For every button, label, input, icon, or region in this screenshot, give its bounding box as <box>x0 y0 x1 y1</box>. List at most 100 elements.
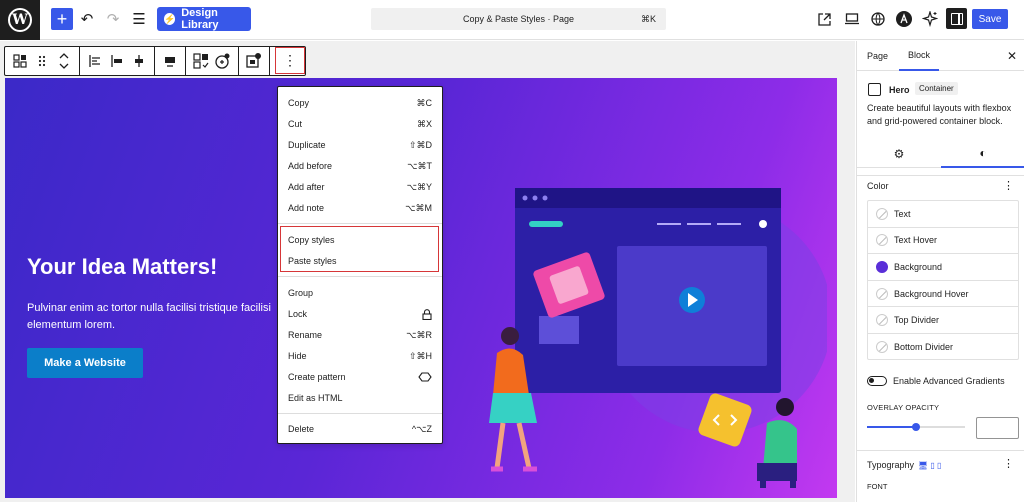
astra-icon[interactable] <box>896 11 912 27</box>
empty-swatch-icon <box>876 234 888 247</box>
align-center-icon[interactable] <box>128 50 150 72</box>
slider-thumb[interactable] <box>912 423 920 431</box>
menu-item-label: Add after <box>288 182 325 192</box>
color-settings-list: Text Text Hover Background Background Ho… <box>867 200 1019 360</box>
menu-item-copy[interactable]: Copy ⌘C <box>278 93 442 113</box>
save-block-icon[interactable] <box>243 50 265 72</box>
block-toolbar <box>4 46 306 76</box>
menu-item-shortcut: ⌥⌘Y <box>406 181 432 192</box>
wordpress-logo[interactable]: W <box>0 0 40 40</box>
menu-item-add-after[interactable]: Add after ⌥⌘Y <box>278 177 442 197</box>
pattern-icon <box>418 372 432 382</box>
background-swatch-icon <box>876 260 888 273</box>
styles-tab[interactable]: ◐ <box>941 140 1024 168</box>
sparkle-icon[interactable] <box>922 11 938 27</box>
color-item-label: Text <box>894 208 911 219</box>
design-library-button[interactable]: ⚡ Design Library <box>157 7 251 31</box>
menu-item-shortcut: ⌥⌘T <box>407 160 432 171</box>
hero-title[interactable]: Your Idea Matters! <box>27 254 217 280</box>
block-type-icon[interactable] <box>9 50 31 72</box>
color-item-label: Top Divider <box>894 315 940 326</box>
toggle-knob <box>869 378 874 383</box>
empty-swatch-icon <box>876 207 888 220</box>
hero-illustration <box>489 188 827 488</box>
redo-icon[interactable]: ↷ <box>102 8 124 30</box>
undo-icon[interactable]: ↶ <box>76 8 98 30</box>
color-item-bottom-divider[interactable]: Bottom Divider <box>868 334 1018 361</box>
external-link-icon[interactable] <box>818 13 831 26</box>
copy-paste-styles-icon[interactable] <box>190 50 212 72</box>
color-item-label: Background Hover <box>894 288 969 299</box>
justify-left-icon[interactable] <box>84 50 106 72</box>
color-item-top-divider[interactable]: Top Divider <box>868 307 1018 334</box>
close-icon[interactable]: ✕ <box>1007 49 1017 63</box>
settings-tab[interactable]: ⚙ <box>857 140 941 168</box>
advanced-gradients-label: Enable Advanced Gradients <box>893 376 1005 386</box>
menu-item-duplicate[interactable]: Duplicate ⇧⌘D <box>278 135 442 155</box>
menu-item-rename[interactable]: Rename ⌥⌘R <box>278 325 442 345</box>
command-palette-bar[interactable]: Copy & Paste Styles · Page ⌘K <box>371 8 666 30</box>
device-icons[interactable]: 🖥 ▯ ▯ <box>918 461 941 470</box>
menu-item-label: Hide <box>288 351 307 361</box>
full-width-icon[interactable] <box>159 50 181 72</box>
menu-item-edit-html[interactable]: Edit as HTML <box>278 388 442 408</box>
dynamic-content-icon[interactable] <box>212 50 234 72</box>
menu-item-group[interactable]: Group <box>278 283 442 303</box>
color-item-text-hover[interactable]: Text Hover <box>868 228 1018 255</box>
menu-divider <box>278 276 442 277</box>
color-section-title[interactable]: Color <box>867 181 889 191</box>
color-item-background[interactable]: Background <box>868 254 1018 281</box>
drag-handle-icon[interactable] <box>31 50 53 72</box>
tab-page[interactable]: Page <box>867 41 888 71</box>
save-button[interactable]: Save <box>972 9 1008 29</box>
color-item-text[interactable]: Text <box>868 201 1018 228</box>
menu-item-shortcut: ⇧⌘H <box>408 350 432 361</box>
menu-item-shortcut: ⌥⌘M <box>405 202 432 213</box>
overlay-opacity-slider[interactable] <box>867 423 965 431</box>
contrast-icon: ◐ <box>979 146 987 160</box>
gear-icon: ⚙ <box>893 147 905 161</box>
make-website-button[interactable]: Make a Website <box>27 348 143 378</box>
list-view-icon[interactable]: ☰ <box>128 8 150 30</box>
sidebar-toggle-icon <box>950 12 963 25</box>
settings-sidebar: Page Block ✕ Hero Container Create beaut… <box>856 41 1024 502</box>
overlay-opacity-input[interactable] <box>976 417 1019 439</box>
menu-item-label: Lock <box>288 309 308 319</box>
advanced-gradients-toggle[interactable] <box>867 376 887 386</box>
menu-item-label: Group <box>288 288 314 298</box>
block-toolbar-group-parent <box>5 47 80 75</box>
menu-item-label: Duplicate <box>288 140 326 150</box>
menu-item-shortcut: ^⌥Z <box>411 423 432 434</box>
typography-section-header[interactable]: Typography 🖥 ▯ ▯ <box>867 460 941 470</box>
menu-item-cut[interactable]: Cut ⌘X <box>278 114 442 134</box>
menu-item-add-before[interactable]: Add before ⌥⌘T <box>278 156 442 176</box>
tab-block[interactable]: Block <box>899 41 939 71</box>
globe-icon[interactable] <box>871 12 885 26</box>
sidebar-toggle-button[interactable] <box>946 8 967 29</box>
menu-item-add-note[interactable]: Add note ⌥⌘M <box>278 198 442 218</box>
menu-item-shortcut: ⌘C <box>416 97 433 108</box>
color-options-icon[interactable]: ⋮ <box>1003 179 1014 192</box>
hero-text[interactable]: Pulvinar enim ac tortor nulla facilisi t… <box>27 300 297 334</box>
block-toolbar-group-tools <box>186 47 239 75</box>
menu-item-label: Cut <box>288 119 303 129</box>
menu-item-label: Edit as HTML <box>288 393 343 403</box>
block-options-button[interactable]: ⋮ <box>275 47 305 74</box>
menu-item-hide[interactable]: Hide ⇧⌘H <box>278 346 442 366</box>
color-item-background-hover[interactable]: Background Hover <box>868 281 1018 308</box>
menu-item-create-pattern[interactable]: Create pattern <box>278 367 442 387</box>
add-block-button[interactable]: + <box>51 8 73 30</box>
desktop-preview-icon[interactable] <box>845 13 859 25</box>
block-badge: Container <box>915 82 958 95</box>
menu-item-lock[interactable]: Lock <box>278 304 442 324</box>
align-start-icon[interactable] <box>106 50 128 72</box>
color-item-label: Text Hover <box>894 235 938 246</box>
menu-item-delete[interactable]: Delete ^⌥Z <box>278 419 442 439</box>
menu-item-shortcut: ⌘X <box>416 118 432 129</box>
section-divider <box>857 450 1024 451</box>
typography-options-icon[interactable]: ⋮ <box>1003 457 1014 470</box>
lock-icon <box>422 308 432 320</box>
block-description: Create beautiful layouts with flexbox an… <box>867 103 1012 126</box>
move-up-down-icon[interactable] <box>53 50 75 72</box>
block-toolbar-group-extra <box>239 47 270 75</box>
